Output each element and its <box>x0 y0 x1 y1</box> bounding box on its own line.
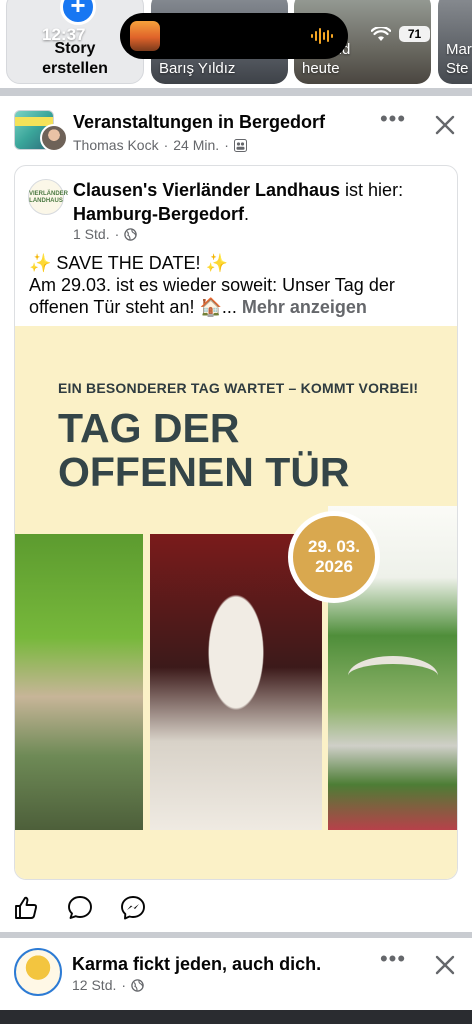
story-name: Mar Ste <box>446 41 472 77</box>
post-more-button[interactable]: ••• <box>378 108 408 134</box>
dynamic-island[interactable] <box>120 13 348 59</box>
post-header: Veranstaltungen in Bergedorf Thomas Kock… <box>0 96 472 160</box>
event-title-line-1: TAG DER <box>58 405 240 451</box>
author-name[interactable]: Thomas Kock <box>73 137 159 153</box>
meta-dot: · <box>114 226 120 242</box>
feed-divider <box>0 932 472 938</box>
page-name[interactable]: Clausen's Vierländer Landhaus <box>73 180 340 200</box>
post-actions <box>0 888 472 928</box>
add-story-plus-icon[interactable]: + <box>60 0 96 25</box>
event-graphic[interactable]: EIN BESONDERER TAG WARTET – KOMMT VORBEI… <box>15 326 457 879</box>
shared-post-title: Clausen's Vierländer Landhaus ist hier: … <box>73 178 443 226</box>
feed-divider <box>0 88 472 96</box>
comment-icon[interactable] <box>66 894 94 922</box>
story-card[interactable]: Mar Ste <box>438 0 472 84</box>
status-time: 12:37 <box>42 25 86 44</box>
globe-icon <box>124 227 138 241</box>
meta-dot: · <box>163 137 169 153</box>
event-title-line-2: OFFENEN TÜR <box>58 449 350 495</box>
status-right: 71 <box>371 26 430 42</box>
body-line-1: ✨ SAVE THE DATE! ✨ <box>29 253 228 273</box>
shared-post-text: ✨ SAVE THE DATE! ✨ Am 29.03. ist es wied… <box>29 252 449 318</box>
group-audience-icon <box>233 138 247 152</box>
close-icon[interactable] <box>430 950 460 980</box>
checkin-suffix: . <box>244 204 250 224</box>
wifi-icon <box>371 26 391 41</box>
battery-indicator: 71 <box>399 26 430 42</box>
event-title: TAG DER OFFENEN TÜR <box>58 406 350 494</box>
next-post-title[interactable]: Karma fickt jeden, auch dich. <box>72 954 321 975</box>
next-post-preview-strip <box>0 1010 472 1024</box>
next-post-more-button[interactable]: ••• <box>378 948 408 974</box>
body-line-2: Am 29.03. ist es wieder soweit: Unser Ta… <box>29 274 449 318</box>
group-avatar[interactable] <box>14 110 68 152</box>
close-icon[interactable] <box>430 110 460 140</box>
globe-icon <box>131 978 144 992</box>
messenger-share-icon[interactable] <box>119 894 147 922</box>
meta-dot: · <box>224 137 229 153</box>
event-date-badge: 29. 03. 2026 <box>288 511 380 603</box>
next-post-meta: 12 Std. · <box>72 977 144 993</box>
story-name: Barış Yıldız <box>159 60 236 77</box>
checkin-text: ist hier: <box>340 180 404 200</box>
checkin-location[interactable]: Hamburg-Bergedorf <box>73 204 244 224</box>
audio-waveform-icon <box>311 28 333 44</box>
event-subtitle: EIN BESONDERER TAG WARTET – KOMMT VORBEI… <box>58 380 419 396</box>
post-time[interactable]: 24 Min. <box>173 137 219 153</box>
now-playing-artwork <box>130 21 160 51</box>
next-post-time[interactable]: 12 Std. <box>72 977 116 993</box>
like-icon[interactable] <box>12 894 40 922</box>
see-more-link[interactable]: Mehr anzeigen <box>242 297 367 317</box>
post-meta: Thomas Kock · 24 Min. · <box>73 137 247 153</box>
shared-post-time[interactable]: 1 Std. <box>73 226 110 242</box>
group-name[interactable]: Veranstaltungen in Bergedorf <box>73 112 325 133</box>
page-avatar[interactable]: VIERLÄNDER LANDHAUS <box>28 179 68 215</box>
author-avatar[interactable] <box>40 124 68 152</box>
shared-post-card[interactable]: VIERLÄNDER LANDHAUS Clausen's Vierländer… <box>14 165 458 880</box>
stories-strip: + Story erstellen Barış Yıldız als und h… <box>0 0 472 88</box>
shared-post-meta: 1 Std. · <box>73 226 138 242</box>
meta-dot: · <box>121 977 127 993</box>
photo-dining-guests <box>15 534 143 830</box>
next-post-avatar[interactable] <box>14 948 62 996</box>
